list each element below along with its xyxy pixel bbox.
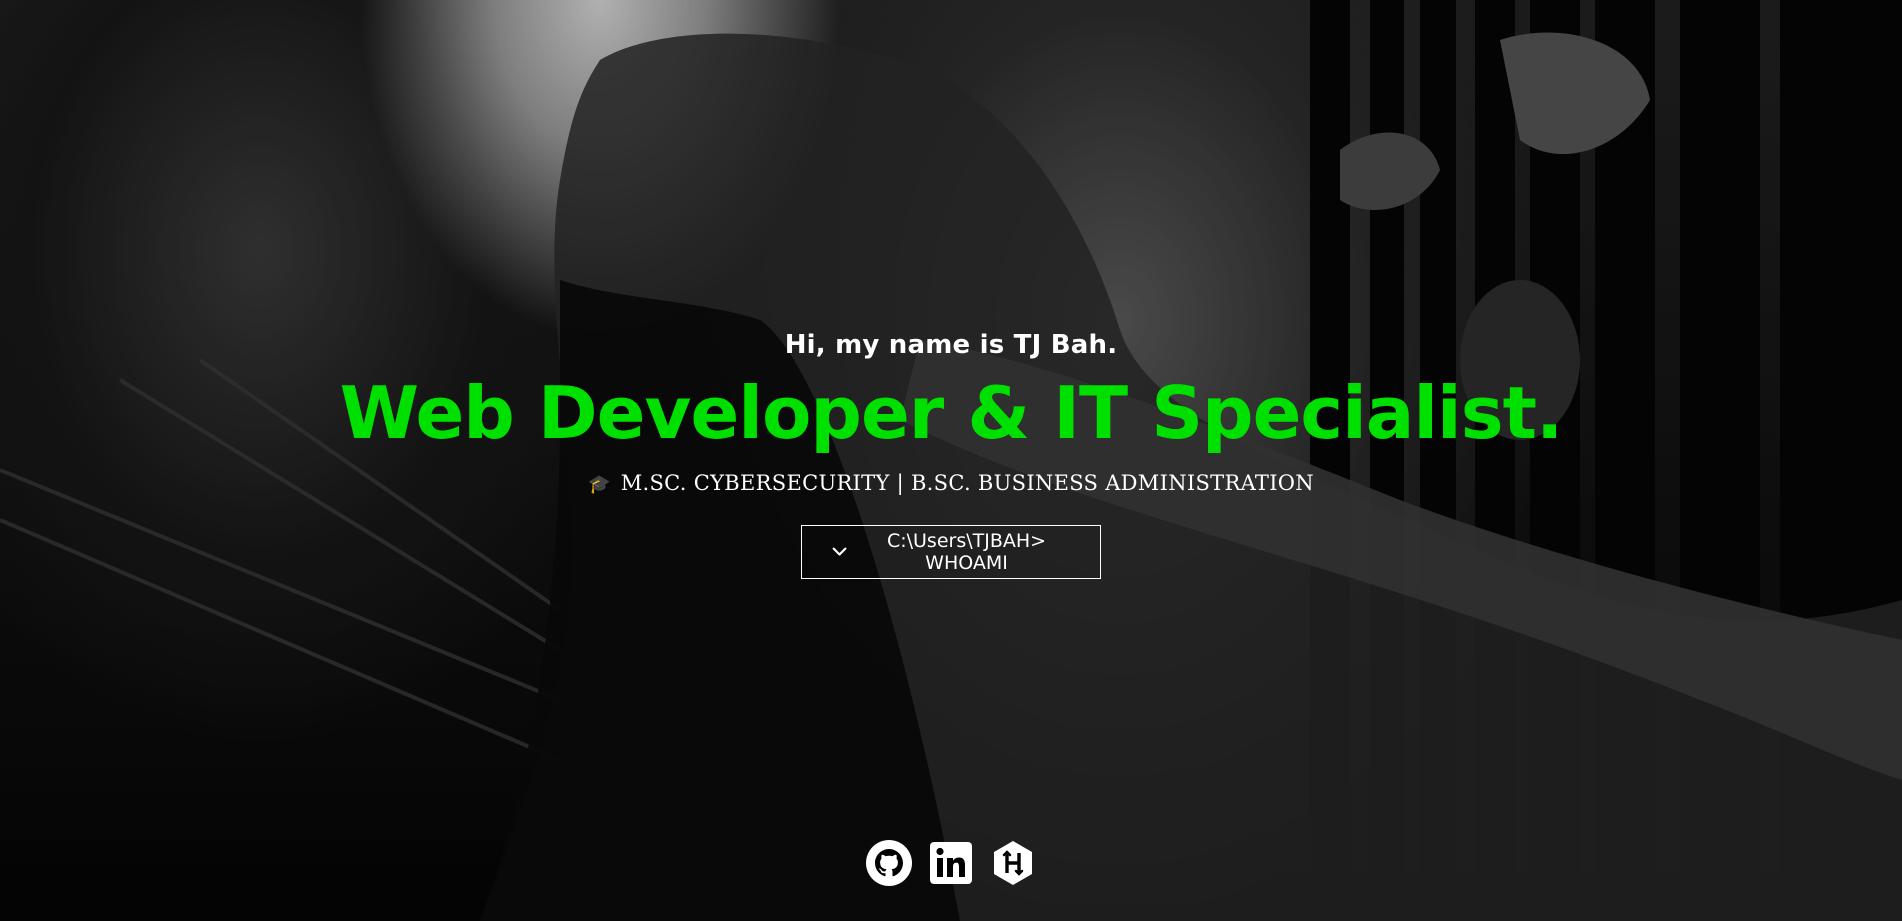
chevron-down-icon <box>832 547 847 556</box>
hackerrank-icon <box>994 841 1032 885</box>
degrees-text: M.SC. CYBERSECURITY | B.SC. BUSINESS ADM… <box>620 471 1314 496</box>
github-icon <box>866 840 912 886</box>
degrees-line: 🎓 M.SC. CYBERSECURITY | B.SC. BUSINESS AD… <box>0 471 1902 495</box>
linkedin-link[interactable] <box>928 840 974 886</box>
linkedin-icon <box>930 842 972 884</box>
graduation-cap-icon: 🎓 <box>588 474 611 496</box>
whoami-button-label: C:\Users\TJBAH> WHOAMI <box>886 530 1047 575</box>
hackerrank-link[interactable] <box>990 840 1036 886</box>
whoami-button[interactable]: C:\Users\TJBAH> WHOAMI <box>801 525 1101 580</box>
github-link[interactable] <box>866 840 912 886</box>
greeting-text: Hi, my name is TJ Bah. <box>784 330 1118 360</box>
hero-section: Hi, my name is TJ Bah. Web Developer & I… <box>0 0 1902 921</box>
social-links <box>0 840 1902 886</box>
hero-content: Hi, my name is TJ Bah. Web Developer & I… <box>0 330 1902 580</box>
headline: Web Developer & IT Specialist. <box>339 371 1564 455</box>
